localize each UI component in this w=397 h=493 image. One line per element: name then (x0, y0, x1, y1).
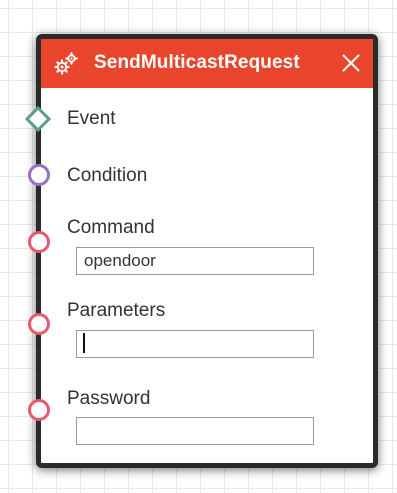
password-port-label: Password (67, 388, 151, 409)
condition-port-circle-icon[interactable] (27, 163, 51, 187)
close-icon[interactable] (340, 52, 362, 74)
password-field[interactable] (76, 417, 314, 445)
command-field[interactable] (76, 247, 314, 275)
condition-port-label: Condition (67, 165, 148, 186)
node-title: SendMulticastRequest (94, 52, 300, 73)
node-header[interactable]: SendMulticastRequest (41, 39, 373, 88)
parameters-port-label: Parameters (67, 300, 166, 321)
parameters-field[interactable] (76, 330, 314, 358)
gears-icon (54, 52, 78, 75)
event-port-label: Event (67, 108, 116, 129)
text-caret (83, 333, 85, 353)
password-port-circle-icon[interactable] (27, 398, 51, 422)
command-port-circle-icon[interactable] (27, 230, 51, 254)
parameters-port-circle-icon[interactable] (27, 312, 51, 336)
event-port-diamond-icon[interactable] (25, 106, 51, 132)
command-port-label: Command (67, 217, 155, 238)
